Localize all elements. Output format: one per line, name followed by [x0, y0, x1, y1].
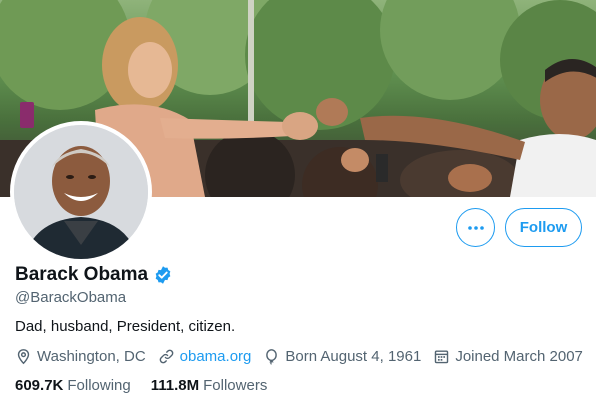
profile-name-row: Barack Obama [15, 264, 173, 286]
more-horizontal-icon [467, 225, 484, 230]
more-options-button[interactable] [456, 208, 495, 247]
avatar-image [14, 125, 148, 259]
following-link[interactable]: 609.7K Following [15, 377, 131, 394]
link-icon [159, 349, 173, 363]
profile-handle: @BarackObama [15, 289, 127, 306]
website-link[interactable]: obama.org [180, 348, 252, 365]
followers-count: 111.8M [150, 376, 200, 394]
location-pin-icon [17, 348, 30, 364]
joined-item: Joined March 2007 [433, 348, 583, 365]
following-count: 609.7K [15, 376, 64, 394]
following-label: Following [67, 376, 131, 394]
profile-name: Barack Obama [15, 264, 149, 285]
profile-meta: Washington, DC obama.org Born August 4, … [15, 347, 583, 365]
followers-link[interactable]: 111.8M Followers [151, 377, 268, 394]
website-item[interactable]: obama.org [158, 348, 252, 365]
follow-button[interactable]: Follow [505, 208, 582, 247]
profile-avatar[interactable] [10, 121, 152, 263]
birthday-item: Born August 4, 1961 [263, 348, 421, 365]
balloon-icon [266, 348, 278, 365]
birthday-text: Born August 4, 1961 [285, 347, 422, 365]
profile-stats: 609.7K Following 111.8M Followers [15, 376, 287, 394]
location-item: Washington, DC [15, 348, 146, 365]
location-text: Washington, DC [37, 347, 146, 365]
calendar-icon [435, 349, 449, 363]
verified-badge-icon[interactable] [153, 265, 173, 285]
followers-label: Followers [203, 376, 268, 394]
profile-bio: Dad, husband, President, citizen. [15, 318, 236, 335]
joined-text: Joined March 2007 [455, 347, 583, 365]
